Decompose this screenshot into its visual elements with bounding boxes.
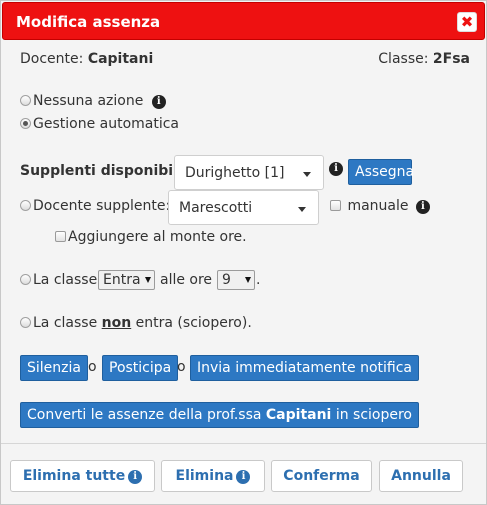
alle-ore-label: alle ore	[160, 272, 213, 288]
dialog-titlebar: Modifica assenza ✖	[2, 2, 485, 40]
close-icon: ✖	[460, 13, 474, 31]
dialog-content: Docente: Capitani Classe: 2Fsa Nessuna a…	[1, 41, 486, 443]
elimina-label: Elimina	[175, 468, 234, 484]
modifica-assenza-dialog: Modifica assenza ✖ Docente: Capitani Cla…	[0, 0, 487, 505]
classe-entra-suffix: .	[256, 272, 261, 288]
monte-ore-checkbox[interactable]	[55, 231, 66, 242]
elimina-button[interactable]: Elimina i	[161, 460, 265, 492]
supplenti-label: Supplenti disponibili:	[20, 163, 189, 179]
option-sciopero[interactable]: La classe non entra (sciopero).	[20, 315, 252, 331]
info-icon[interactable]: i	[329, 162, 343, 176]
elimina-tutte-button[interactable]: Elimina tutte i	[10, 460, 155, 492]
classe-entra-radio[interactable]	[20, 274, 31, 285]
entra-select[interactable]: Entra	[98, 270, 155, 290]
sciopero-prefix: La classe	[33, 315, 98, 331]
supplenti-select[interactable]: Durighetto [1]	[174, 155, 324, 190]
docente-supplente-select[interactable]: Marescotti	[168, 190, 319, 225]
info-icon: i	[236, 470, 251, 484]
ora-select[interactable]: 9	[217, 270, 255, 290]
docente-supplente-selected: Marescotti	[179, 200, 253, 216]
ora-selected: 9	[222, 272, 231, 288]
chevron-down-icon	[303, 172, 311, 177]
info-icon[interactable]: i	[151, 95, 166, 109]
option-classe-entra[interactable]: La classe	[20, 272, 97, 288]
monte-ore-option[interactable]: Aggiungere al monte ore.	[55, 229, 247, 245]
manuale-checkbox[interactable]	[330, 200, 341, 211]
nessuna-azione-label: Nessuna azione	[33, 93, 144, 109]
annulla-button[interactable]: Annulla	[379, 460, 463, 492]
close-button[interactable]: ✖	[457, 12, 477, 32]
gestione-automatica-radio[interactable]	[20, 118, 31, 129]
classe-info: Classe: 2Fsa	[378, 51, 470, 67]
docente-value: Capitani	[87, 51, 154, 67]
sciopero-emph: non	[101, 315, 132, 331]
conferma-button[interactable]: Conferma	[271, 460, 372, 492]
nessuna-azione-radio[interactable]	[20, 95, 31, 106]
manuale-label: manuale	[347, 198, 409, 214]
sciopero-radio[interactable]	[20, 317, 31, 328]
option-docente-supplente[interactable]: Docente supplente:	[20, 198, 170, 214]
dialog-title: Modifica assenza	[16, 13, 161, 31]
docente-info: Docente: Capitani	[20, 51, 153, 67]
classe-value: 2Fsa	[432, 51, 470, 67]
classe-label: Classe:	[378, 51, 429, 67]
or-separator: o	[88, 359, 97, 375]
chevron-down-icon	[245, 277, 251, 283]
converti-pre: Converti le assenze della prof.ssa	[27, 407, 262, 423]
gestione-automatica-label: Gestione automatica	[33, 116, 180, 132]
sciopero-suffix: entra (sciopero).	[135, 315, 252, 331]
converti-name: Capitani	[265, 407, 332, 423]
silenzia-button[interactable]: Silenzia	[20, 355, 88, 381]
chevron-down-icon	[298, 207, 306, 212]
assegna-button[interactable]: Assegna	[348, 159, 414, 185]
manuale-option[interactable]: manuale i	[330, 198, 430, 214]
converti-sciopero-button[interactable]: Converti le assenze della prof.ssa Capit…	[20, 402, 419, 428]
converti-post: in sciopero	[335, 407, 412, 423]
docente-supplente-label: Docente supplente:	[33, 198, 171, 214]
classe-entra-prefix: La classe	[33, 272, 98, 288]
invia-notifica-button[interactable]: Invia immediatamente notifica	[190, 355, 419, 381]
option-gestione-automatica[interactable]: Gestione automatica	[20, 116, 179, 132]
monte-ore-label: Aggiungere al monte ore.	[68, 229, 247, 245]
entra-selected: Entra	[103, 272, 141, 288]
option-nessuna-azione[interactable]: Nessuna azione i	[20, 93, 166, 109]
docente-supplente-radio[interactable]	[20, 200, 31, 211]
posticipa-button[interactable]: Posticipa	[102, 355, 179, 381]
elimina-tutte-label: Elimina tutte	[22, 468, 126, 484]
docente-label: Docente:	[20, 51, 84, 67]
or-separator: o	[177, 359, 186, 375]
supplenti-selected: Durighetto [1]	[185, 165, 285, 181]
dialog-footer: Elimina tutte i Elimina i Conferma Annulla	[1, 443, 486, 504]
chevron-down-icon	[145, 277, 151, 283]
info-icon[interactable]: i	[415, 200, 430, 214]
info-icon: i	[128, 470, 143, 484]
